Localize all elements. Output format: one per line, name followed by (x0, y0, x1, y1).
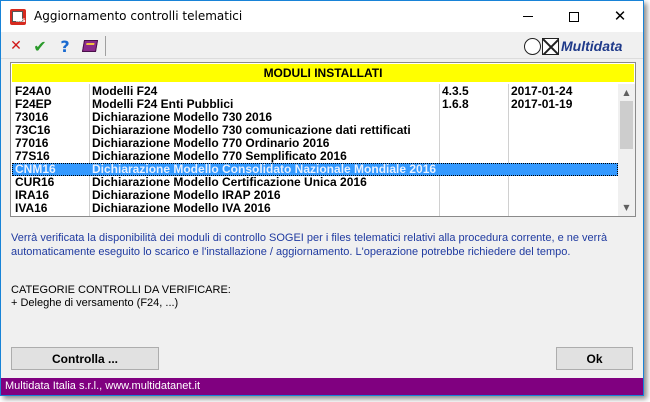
module-row[interactable]: IVA16 Dichiarazione Modello IVA 2016 (12, 202, 618, 215)
module-code: IVA16 (15, 201, 48, 215)
module-version: 1.6.8 (442, 97, 469, 111)
book-icon[interactable] (81, 37, 99, 55)
modules-list[interactable]: F24A0 Modelli F24 4.3.5 2017-01-24 F24EP Mode… (12, 84, 618, 216)
info-text: Verrà verificata la disponibilità dei mo… (11, 231, 631, 259)
minimize-icon (523, 16, 533, 17)
dialog-window: Aggiornamento controlli telematici ✕ ✕ ✔… (0, 0, 644, 396)
close-icon: ✕ (613, 7, 627, 25)
toolbar-separator (105, 36, 106, 56)
module-description: Dichiarazione Modello IVA 2016 (92, 201, 271, 215)
info-line-1: Verrà verificata la disponibilità dei mo… (11, 232, 608, 244)
categories-item: + Deleghe di versamento (F24, ...) (11, 297, 179, 309)
scroll-down-icon[interactable]: ▼ (618, 199, 635, 216)
list-scrollbar[interactable]: ▲ ▼ (618, 84, 635, 216)
status-bar: Multidata Italia s.r.l., www.multidatane… (1, 378, 643, 395)
minimize-button[interactable] (505, 1, 551, 32)
logo-box-icon (542, 37, 559, 55)
modules-header: MODULI INSTALLATI (12, 64, 634, 82)
window-title: Aggiornamento controlli telematici (34, 9, 243, 23)
maximize-icon (569, 11, 579, 22)
logo-circle-icon (524, 37, 541, 55)
cancel-icon[interactable]: ✕ (7, 37, 25, 55)
help-icon[interactable]: ? (56, 37, 74, 56)
toolbar: ✕ ✔ ? Multidata (1, 32, 643, 59)
app-icon (10, 9, 26, 25)
maximize-button[interactable] (551, 1, 597, 32)
confirm-check-icon[interactable]: ✔ (31, 37, 49, 56)
brand-name: Multidata (561, 38, 623, 54)
scroll-thumb[interactable] (620, 101, 633, 149)
close-button[interactable]: ✕ (597, 1, 643, 32)
modules-panel: MODULI INSTALLATI F24A0 Modelli F24 4.3.5 2… (10, 62, 636, 217)
scroll-up-icon[interactable]: ▲ (618, 84, 635, 101)
ok-button[interactable]: Ok (556, 347, 633, 370)
title-bar: Aggiornamento controlli telematici ✕ (1, 1, 643, 32)
info-line-2: automaticamente eseguito lo scarico e l'… (11, 246, 571, 258)
brand-logo: Multidata (524, 36, 639, 56)
controlla-button[interactable]: Controlla ... (11, 347, 159, 370)
module-date: 2017-01-19 (511, 97, 573, 111)
categories-title: CATEGORIE CONTROLLI DA VERIFICARE: (11, 284, 231, 296)
